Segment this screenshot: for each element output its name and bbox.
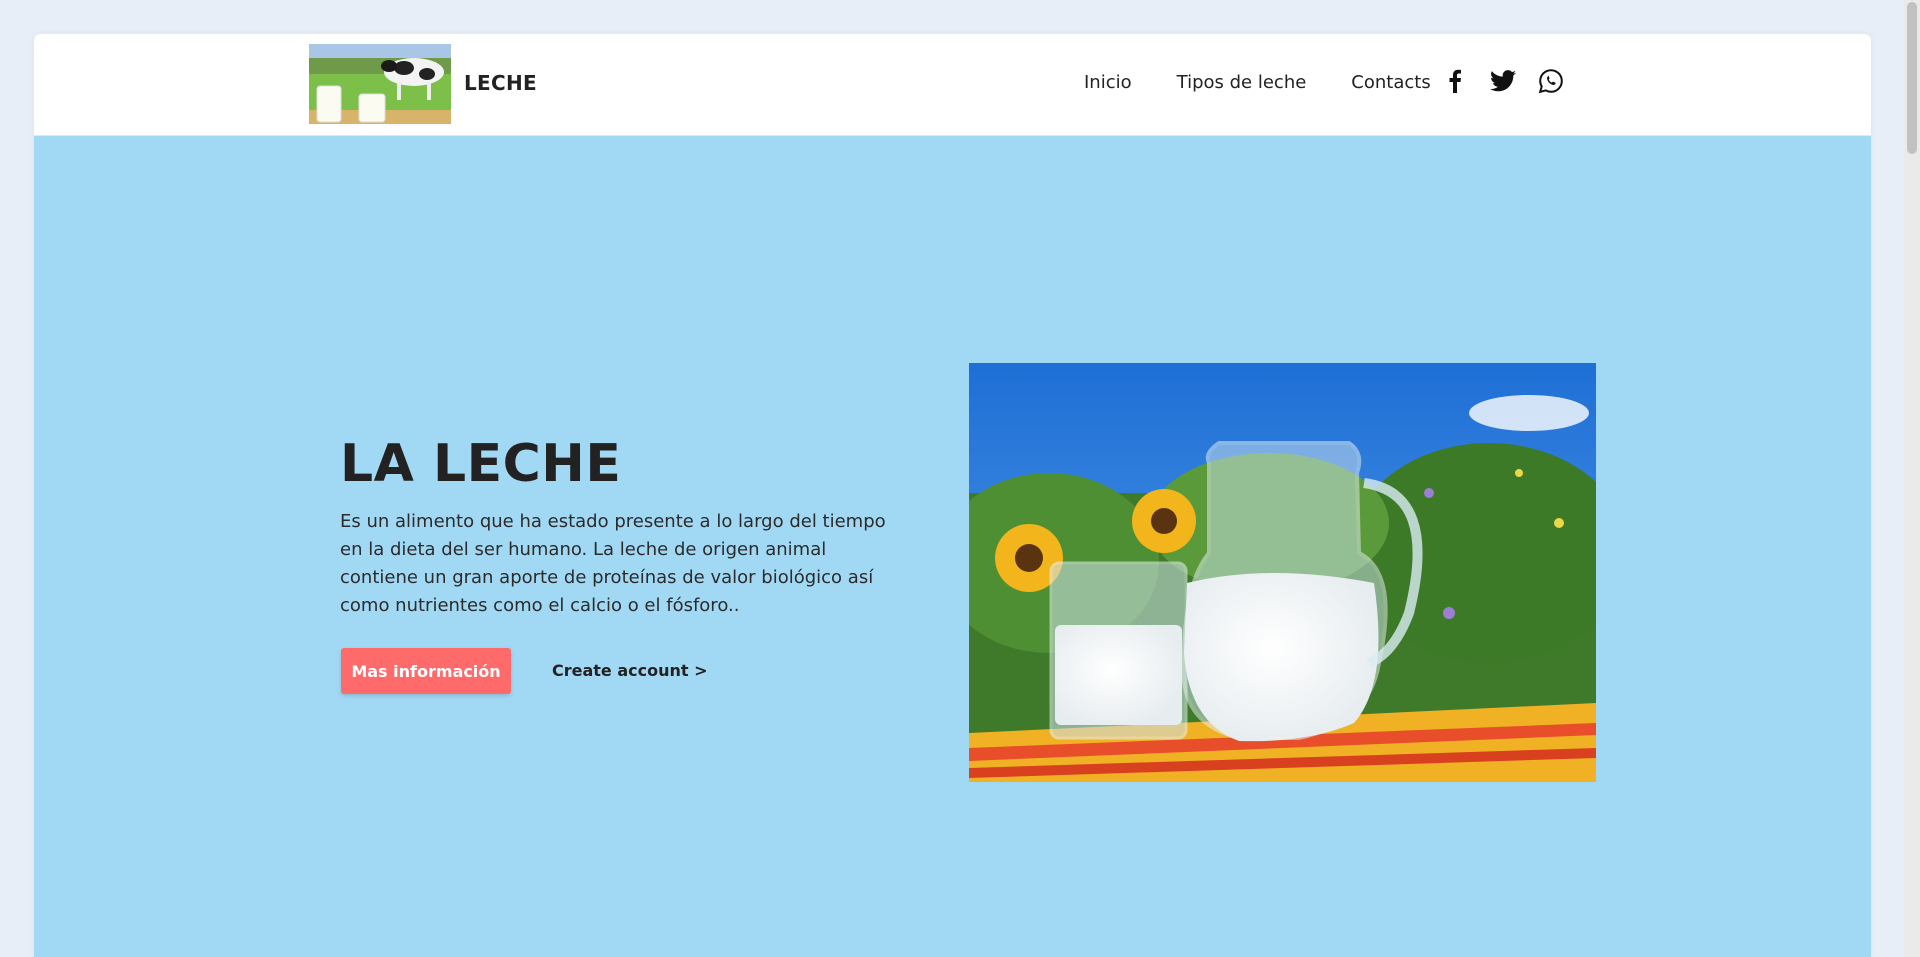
facebook-icon[interactable] xyxy=(1442,68,1468,94)
page-container: LECHE Inicio Tipos de leche Contacts LA … xyxy=(34,34,1871,957)
whatsapp-icon[interactable] xyxy=(1538,68,1564,94)
logo-image[interactable] xyxy=(309,44,451,124)
scrollbar-thumb[interactable] xyxy=(1907,2,1917,154)
more-info-button[interactable]: Mas información xyxy=(341,648,511,694)
create-account-link[interactable]: Create account > xyxy=(552,661,708,680)
hero-title: LA LECHE xyxy=(340,434,622,494)
social-links xyxy=(1442,68,1564,94)
main-nav: Inicio Tipos de leche Contacts xyxy=(1084,72,1431,93)
hero-image xyxy=(969,363,1596,782)
hero-description: Es un alimento que ha estado presente a … xyxy=(340,511,886,616)
nav-item-contacts[interactable]: Contacts xyxy=(1351,72,1430,93)
brand-title[interactable]: LECHE xyxy=(464,71,537,95)
nav-item-inicio[interactable]: Inicio xyxy=(1084,72,1132,93)
navbar: LECHE Inicio Tipos de leche Contacts xyxy=(34,34,1871,136)
twitter-icon[interactable] xyxy=(1490,68,1516,94)
nav-item-tipos-de-leche[interactable]: Tipos de leche xyxy=(1177,72,1307,93)
